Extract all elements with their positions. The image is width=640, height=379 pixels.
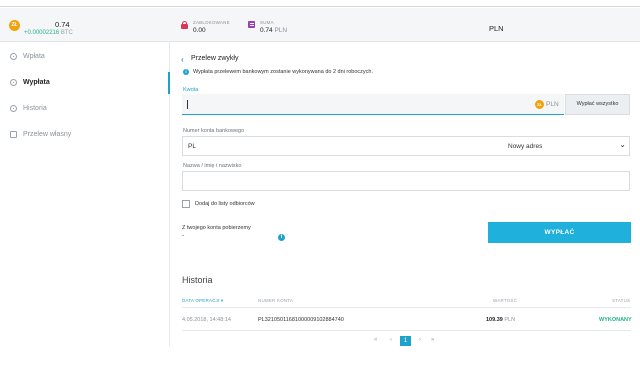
account-label: Numer konta bankowego	[183, 128, 245, 134]
clock-icon	[10, 105, 17, 112]
history-title: Historia	[182, 275, 213, 285]
info-icon[interactable]: i	[278, 234, 285, 241]
sum-icon	[248, 21, 255, 28]
status-badge: WYKONANY	[599, 317, 632, 323]
info-text: Wypłata przelewem bankowym zostanie wyko…	[193, 69, 374, 75]
blocked-label: ZABLOKOWANE	[193, 20, 230, 25]
amount-currency: PLN	[546, 101, 559, 108]
row-date: 4.05.2018, 14:48:14	[182, 317, 231, 323]
sum-label: SUMA	[260, 20, 274, 25]
back-icon[interactable]: ‹	[181, 55, 184, 64]
balance-change: +0.00002216 BTC	[24, 30, 73, 36]
sidebar-item-withdraw[interactable]: Wypłata	[0, 72, 170, 94]
balance-header: ZŁ 0.74 +0.00002216 BTC ZABLOKOWANE 0.00…	[0, 8, 640, 42]
withdraw-submit-button[interactable]: WYPŁAĆ	[488, 222, 631, 243]
info-icon: i	[183, 69, 189, 75]
sum-value: 0.74 PLN	[260, 27, 288, 34]
row-amount: 109.39 PLN	[486, 317, 516, 323]
column-date[interactable]: DATA OPERACJI ▾	[182, 298, 223, 304]
sidebar-item-label: Przelew własny	[23, 131, 72, 138]
withdraw-panel: ‹ Przelew zwykły i Wypłata przelewem ban…	[171, 42, 640, 346]
blocked-value: 0.00	[193, 27, 206, 34]
currency-selector[interactable]: PLN	[489, 24, 504, 33]
divider	[182, 307, 631, 308]
pager-current[interactable]: 1	[400, 336, 411, 346]
account-option: Nowy adres	[508, 143, 543, 150]
add-to-list-checkbox[interactable]	[182, 200, 190, 208]
account-select[interactable]: PL Nowy adres ⌄	[182, 136, 630, 156]
pln-coin-icon: ZŁ	[9, 20, 20, 31]
name-label: Nazwa / imię i nazwisko	[183, 163, 242, 169]
divider	[182, 330, 631, 331]
page-title: Przelew zwykły	[191, 55, 239, 62]
chevron-down-icon: ⌄	[619, 140, 626, 149]
deposit-icon	[10, 53, 17, 60]
text-caret	[187, 100, 188, 109]
pager-prev[interactable]: ‹	[390, 337, 392, 343]
pager-first[interactable]: «	[374, 337, 377, 343]
sidebar-item-own-transfer[interactable]: Przelew własny	[0, 124, 170, 146]
amount-input[interactable]: ZŁ PLN	[182, 94, 564, 115]
sidebar-item-label: Wpłata	[23, 53, 45, 60]
withdraw-icon	[10, 79, 17, 86]
column-status: STATUS	[612, 298, 631, 303]
add-to-list-label: Dodaj do listy odbiorców	[195, 201, 255, 207]
from-account-label: Z twojego konta pobierzemy	[182, 225, 251, 231]
sidebar-item-label: Wypłata	[23, 79, 50, 86]
sidebar-item-label: Historia	[23, 105, 47, 112]
lock-icon	[181, 21, 188, 29]
from-account-value: -	[182, 233, 184, 239]
pln-coin-icon: ZŁ	[535, 100, 544, 109]
transfer-icon	[10, 131, 17, 138]
name-input[interactable]	[182, 171, 630, 191]
pager-last[interactable]: »	[431, 337, 434, 343]
account-value: PL	[188, 143, 196, 150]
withdraw-all-button[interactable]: Wypłać wszystko	[565, 94, 630, 115]
amount-label: Kwota	[183, 87, 199, 93]
sidebar: Wpłata Wypłata Historia Przelew własny	[0, 42, 170, 346]
column-amount: WARTOŚĆ	[493, 298, 518, 303]
column-account: NUMER KONTA	[258, 298, 294, 303]
sidebar-item-history[interactable]: Historia	[0, 98, 170, 120]
sidebar-item-deposit[interactable]: Wpłata	[0, 46, 170, 68]
row-account: PL32105011681000009102884740	[258, 317, 344, 323]
top-bar	[0, 0, 640, 7]
balance-value: 0.74	[55, 20, 70, 29]
pager-next[interactable]: ›	[419, 337, 421, 343]
